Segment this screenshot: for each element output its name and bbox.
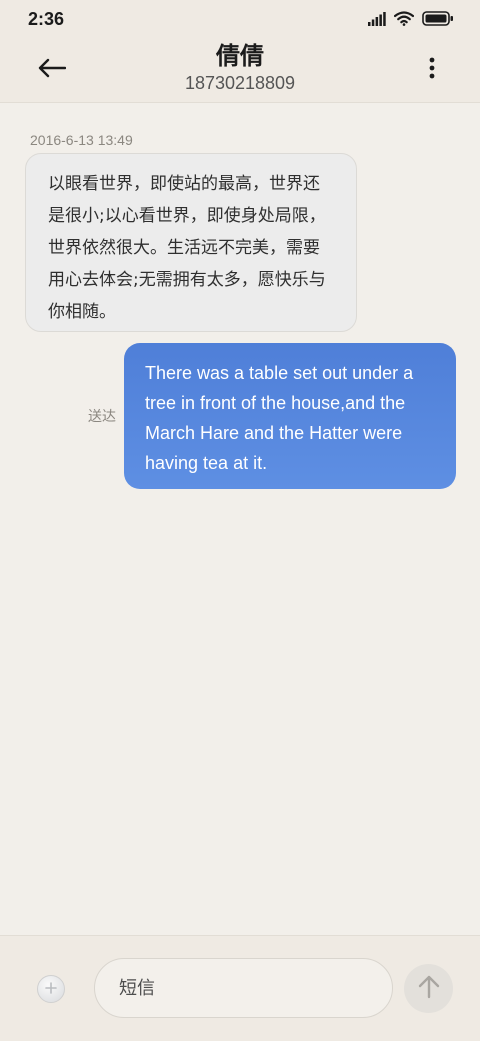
battery-icon: [422, 11, 454, 30]
send-arrow-icon: [418, 975, 440, 1003]
status-icons: [368, 11, 454, 30]
message-timestamp: 2016-6-13 13:49: [30, 132, 133, 148]
message-input[interactable]: [94, 958, 393, 1018]
signal-icon: [368, 11, 386, 30]
outgoing-message-bubble[interactable]: There was a table set out under a tree i…: [124, 343, 456, 489]
contact-name: 倩倩: [216, 42, 264, 70]
contact-number: 18730218809: [184, 73, 296, 93]
send-button[interactable]: [404, 964, 453, 1013]
contact-title: 倩倩 18730218809: [90, 40, 390, 94]
add-attachment-button[interactable]: [37, 975, 65, 1003]
back-button[interactable]: [30, 48, 74, 92]
status-bar: 2:36: [0, 0, 480, 40]
header: 倩倩 18730218809: [0, 40, 480, 103]
wifi-icon: [393, 11, 415, 30]
add-icon: [44, 980, 58, 999]
more-options-button[interactable]: [416, 52, 448, 88]
status-time: 2:36: [28, 9, 65, 29]
back-arrow-icon: [38, 58, 67, 82]
more-vertical-icon: [429, 57, 435, 83]
incoming-message-bubble[interactable]: 以眼看世界，即使站的最高，世界还是很小;以心看世界，即使身处局限，世界依然很大。…: [25, 153, 357, 332]
delivery-status: 送达: [88, 409, 116, 425]
composer-bar: [0, 935, 480, 1041]
